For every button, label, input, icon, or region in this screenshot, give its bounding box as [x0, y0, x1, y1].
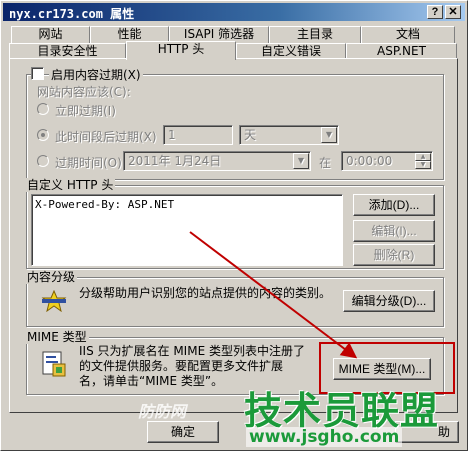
content-rating-title: 内容分级: [25, 270, 78, 284]
title-bar[interactable]: nyx.cr173.com 属性 ? ✕: [3, 3, 465, 21]
content-rating-group: 内容分级 分级帮助用户识别您的站点提供的内容的类别。 编辑分级(D)...: [25, 270, 444, 327]
chevron-down-icon[interactable]: ▼: [293, 153, 309, 169]
tab-documents[interactable]: 文档: [361, 26, 455, 43]
watermark-left: 防防网: [138, 402, 187, 421]
ok-button[interactable]: 确定: [147, 421, 219, 443]
list-item[interactable]: X-Powered-By: ASP.NET: [35, 198, 339, 211]
spin-down-icon[interactable]: ▼: [415, 161, 431, 169]
expire-at-label: 在: [319, 156, 332, 170]
expire-after-label: 此时间段后过期(X): [55, 130, 157, 144]
expire-immediately-label: 立即过期(I): [55, 104, 116, 118]
expire-on-label: 过期时间(O):: [55, 156, 126, 170]
expire-unit-select[interactable]: 天 ▼: [239, 125, 339, 145]
enable-expiration-checkbox[interactable]: [31, 67, 44, 80]
rating-icon: [41, 290, 67, 312]
chevron-down-icon[interactable]: ▼: [321, 127, 337, 143]
expire-date-value: 2011年 1月24日: [128, 154, 222, 168]
expire-after-radio[interactable]: [37, 129, 49, 141]
expire-on-radio[interactable]: [37, 155, 49, 167]
content-rating-description: 分级帮助用户识别您的站点提供的内容的类别。: [79, 286, 332, 300]
expire-unit-value: 天: [244, 128, 257, 142]
content-expiration-group: 启用内容过期(X) 网站内容应该(C): 立即过期(I) 此时间段后过期(X) …: [26, 66, 444, 180]
tab-http-headers[interactable]: HTTP 头: [126, 41, 236, 60]
window-title: nyx.cr173.com 属性: [9, 7, 135, 21]
enable-expiration-label: 启用内容过期(X): [49, 66, 143, 83]
edit-header-button[interactable]: 编辑(I)...: [353, 220, 435, 242]
expire-time-field[interactable]: 0:00:00 ▲ ▼: [341, 151, 433, 171]
expiration-sub-label: 网站内容应该(C):: [37, 85, 131, 99]
file-types-icon: [42, 351, 66, 377]
remove-header-button[interactable]: 删除(R): [353, 244, 435, 266]
expire-immediately-radio[interactable]: [37, 103, 49, 115]
expire-date-picker[interactable]: 2011年 1月24日 ▼: [123, 151, 311, 171]
custom-headers-list[interactable]: X-Powered-By: ASP.NET: [31, 194, 343, 266]
tab-website[interactable]: 网站: [11, 26, 90, 43]
edit-ratings-button[interactable]: 编辑分级(D)...: [343, 290, 435, 312]
mime-types-title: MIME 类型: [25, 330, 89, 344]
spin-up-icon[interactable]: ▲: [415, 153, 431, 161]
custom-headers-title: 自定义 HTTP 头: [25, 178, 116, 192]
watermark-url: www.jsgho.com: [246, 427, 403, 447]
help-button[interactable]: ?: [427, 5, 443, 19]
http-headers-panel: 启用内容过期(X) 网站内容应该(C): 立即过期(I) 此时间段后过期(X) …: [9, 58, 458, 413]
custom-headers-group: 自定义 HTTP 头 X-Powered-By: ASP.NET 添加(D)..…: [25, 178, 444, 269]
expire-time-value: 0:00:00: [346, 154, 393, 168]
tab-home-directory[interactable]: 主目录: [269, 26, 361, 43]
expire-after-value[interactable]: 1: [163, 125, 233, 145]
close-button[interactable]: ✕: [445, 5, 461, 19]
add-header-button[interactable]: 添加(D)...: [353, 194, 435, 216]
mime-types-button[interactable]: MIME 类型(M)...: [333, 358, 431, 380]
